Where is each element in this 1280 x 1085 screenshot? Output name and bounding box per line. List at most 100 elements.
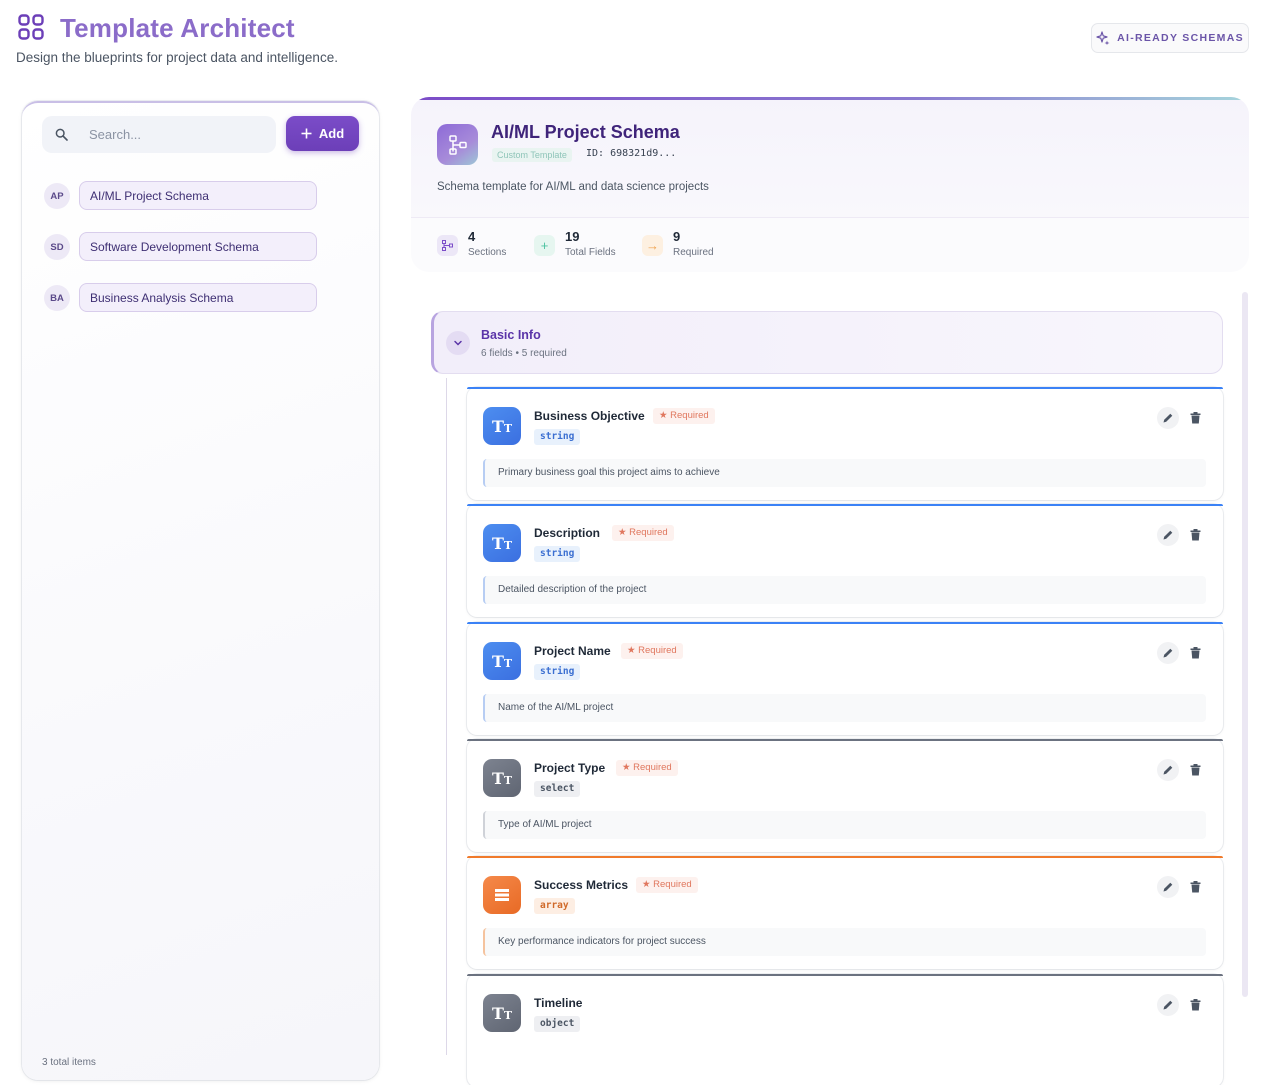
search-icon: [55, 128, 68, 141]
sidebar-item-business-analysis[interactable]: BA Business Analysis Schema: [44, 283, 319, 313]
main-scrollbar[interactable]: [1242, 292, 1248, 997]
avatar: AP: [44, 183, 70, 209]
trash-icon: [1190, 647, 1200, 659]
field-name: Success Metrics: [534, 878, 629, 892]
page-title: Template Architect: [60, 13, 295, 43]
text-type-icon: TT: [483, 407, 521, 445]
pencil-icon: [1163, 882, 1173, 892]
text-type-icon: TT: [483, 994, 521, 1032]
trash-icon: [1190, 764, 1200, 776]
field-type-badge: select: [534, 781, 581, 797]
schema-stats: 4 Sections + 19 Total Fields → 9 Require…: [411, 217, 1249, 272]
field-card[interactable]: TT Business Objective ★ Required string Prim…: [467, 387, 1223, 500]
sparkle-icon: [1096, 31, 1110, 45]
field-accent-line: [467, 387, 1223, 389]
field-type-badge: array: [534, 898, 575, 914]
field-name: Description: [534, 526, 601, 540]
edit-field-button[interactable]: [1157, 994, 1179, 1016]
grid-logo-icon: [18, 14, 44, 40]
field-accent-line: [467, 974, 1223, 976]
edit-field-button[interactable]: [1157, 876, 1179, 898]
sidebar-item-label[interactable]: Business Analysis Schema: [79, 283, 317, 312]
schema-title: AI/ML Project Schema: [491, 122, 680, 142]
sidebar-item-label[interactable]: Software Development Schema: [79, 232, 317, 261]
add-schema-button[interactable]: Add: [286, 116, 359, 151]
pencil-icon: [1163, 765, 1173, 775]
add-button-label: Add: [318, 126, 345, 141]
field-accent-line: [467, 856, 1223, 858]
field-type-badge: string: [534, 429, 581, 445]
field-description: Name of the AI/ML project: [483, 694, 1206, 722]
required-badge: ★ Required: [636, 877, 698, 893]
field-card[interactable]: TT Project Name ★ Required string Name of th…: [467, 622, 1223, 735]
search-box[interactable]: [42, 116, 276, 153]
ai-ready-badge[interactable]: AI-READY SCHEMAS: [1091, 23, 1249, 53]
trash-icon: [1190, 999, 1200, 1011]
field-description: Type of AI/ML project: [483, 811, 1206, 839]
plus-icon: +: [534, 235, 555, 256]
schema-description: Schema template for AI/ML and data scien…: [437, 181, 709, 193]
section-meta: 6 fields • 5 required: [481, 348, 567, 359]
ai-badge-label: AI-READY SCHEMAS: [1117, 32, 1244, 44]
edit-field-button[interactable]: [1157, 759, 1179, 781]
delete-field-button[interactable]: [1187, 524, 1203, 546]
sidebar-item-ai-ml[interactable]: AP AI/ML Project Schema: [44, 181, 319, 211]
pencil-icon: [1163, 648, 1173, 658]
text-type-icon: TT: [483, 759, 521, 797]
field-description: Detailed description of the project: [483, 576, 1206, 604]
field-card[interactable]: Success Metrics ★ Required array Key perfor…: [467, 856, 1223, 969]
list-icon: [483, 876, 521, 914]
field-accent-line: [467, 504, 1223, 506]
total-items-count: 3 total items: [42, 1057, 96, 1068]
stat-sections-label: Sections: [468, 247, 507, 258]
stat-fields-value: 19: [565, 229, 580, 244]
field-type-badge: string: [534, 546, 581, 562]
section-title: Basic Info: [481, 328, 541, 342]
app-header: Template Architect Design the blueprints…: [0, 0, 1280, 80]
stat-required-label: Required: [673, 247, 714, 258]
schema-overview-card: AI/ML Project Schema Custom Template ID:…: [411, 97, 1249, 272]
page-subtitle: Design the blueprints for project data a…: [16, 50, 338, 65]
field-card[interactable]: TT Project Type ★ Required select Type of AI…: [467, 739, 1223, 852]
trash-icon: [1190, 412, 1200, 424]
template-type-badge: Custom Template: [492, 148, 572, 162]
trash-icon: [1190, 881, 1200, 893]
section-basic-info[interactable]: Basic Info 6 fields • 5 required: [431, 311, 1223, 374]
stat-required-value: 9: [673, 229, 681, 244]
field-type-badge: object: [534, 1016, 581, 1032]
edit-field-button[interactable]: [1157, 407, 1179, 429]
avatar: SD: [44, 234, 70, 260]
field-card[interactable]: TT Timeline object: [467, 974, 1223, 1085]
search-input[interactable]: [89, 127, 249, 142]
required-badge: ★ Required: [612, 525, 674, 541]
required-badge: ★ Required: [621, 643, 683, 659]
delete-field-button[interactable]: [1187, 994, 1203, 1016]
edit-field-button[interactable]: [1157, 524, 1179, 546]
required-badge: ★ Required: [653, 408, 715, 424]
trash-icon: [1190, 529, 1200, 541]
field-name: Project Name: [534, 644, 611, 658]
card-accent-line: [411, 97, 1249, 100]
sidebar-item-software-dev[interactable]: SD Software Development Schema: [44, 232, 319, 262]
collapse-section-button[interactable]: [446, 331, 470, 355]
delete-field-button[interactable]: [1187, 876, 1203, 898]
field-description: Key performance indicators for project s…: [483, 928, 1206, 956]
delete-field-button[interactable]: [1187, 759, 1203, 781]
arrow-right-icon: →: [642, 235, 663, 256]
hierarchy-icon: [437, 235, 458, 256]
text-type-icon: TT: [483, 642, 521, 680]
delete-field-button[interactable]: [1187, 407, 1203, 429]
sidebar-item-label[interactable]: AI/ML Project Schema: [79, 181, 317, 210]
chevron-down-icon: [454, 340, 462, 346]
field-description: Primary business goal this project aims …: [483, 459, 1206, 487]
delete-field-button[interactable]: [1187, 642, 1203, 664]
stat-fields-label: Total Fields: [565, 247, 616, 258]
edit-field-button[interactable]: [1157, 642, 1179, 664]
schema-hierarchy-icon: [437, 124, 478, 165]
avatar: BA: [44, 285, 70, 311]
field-card[interactable]: TT Description ★ Required string Detailed de…: [467, 504, 1223, 617]
pencil-icon: [1163, 1000, 1173, 1010]
stat-sections-value: 4: [468, 229, 476, 244]
field-accent-line: [467, 739, 1223, 741]
field-name: Project Type: [534, 761, 606, 775]
